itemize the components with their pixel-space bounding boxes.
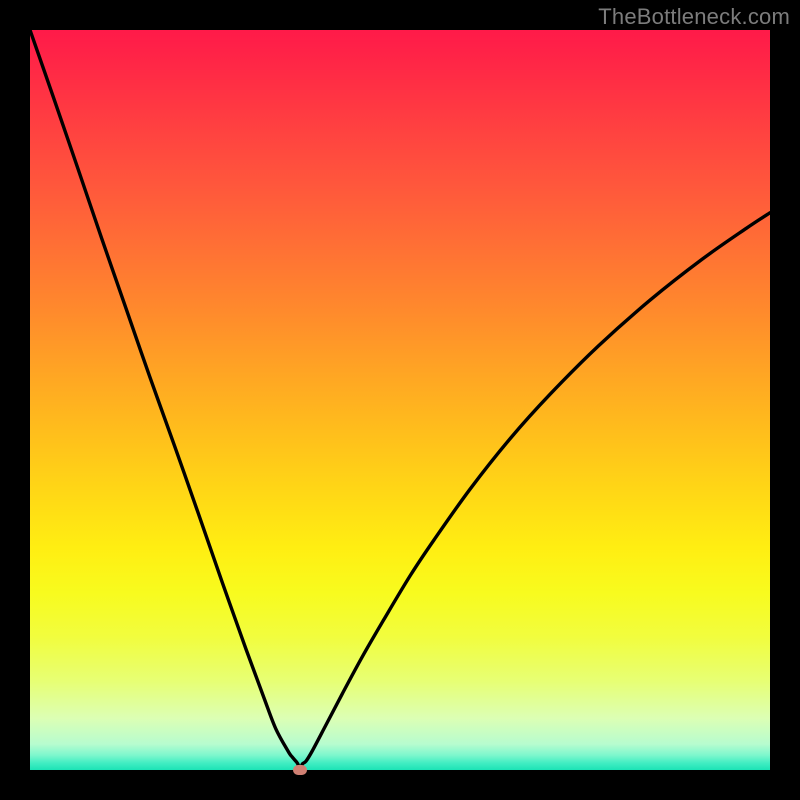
watermark-text: TheBottleneck.com	[598, 4, 790, 30]
bottleneck-marker	[293, 765, 307, 775]
chart-frame: TheBottleneck.com	[0, 0, 800, 800]
bottleneck-curve-line	[30, 30, 770, 770]
plot-area	[30, 30, 770, 770]
curve-svg	[30, 30, 770, 770]
